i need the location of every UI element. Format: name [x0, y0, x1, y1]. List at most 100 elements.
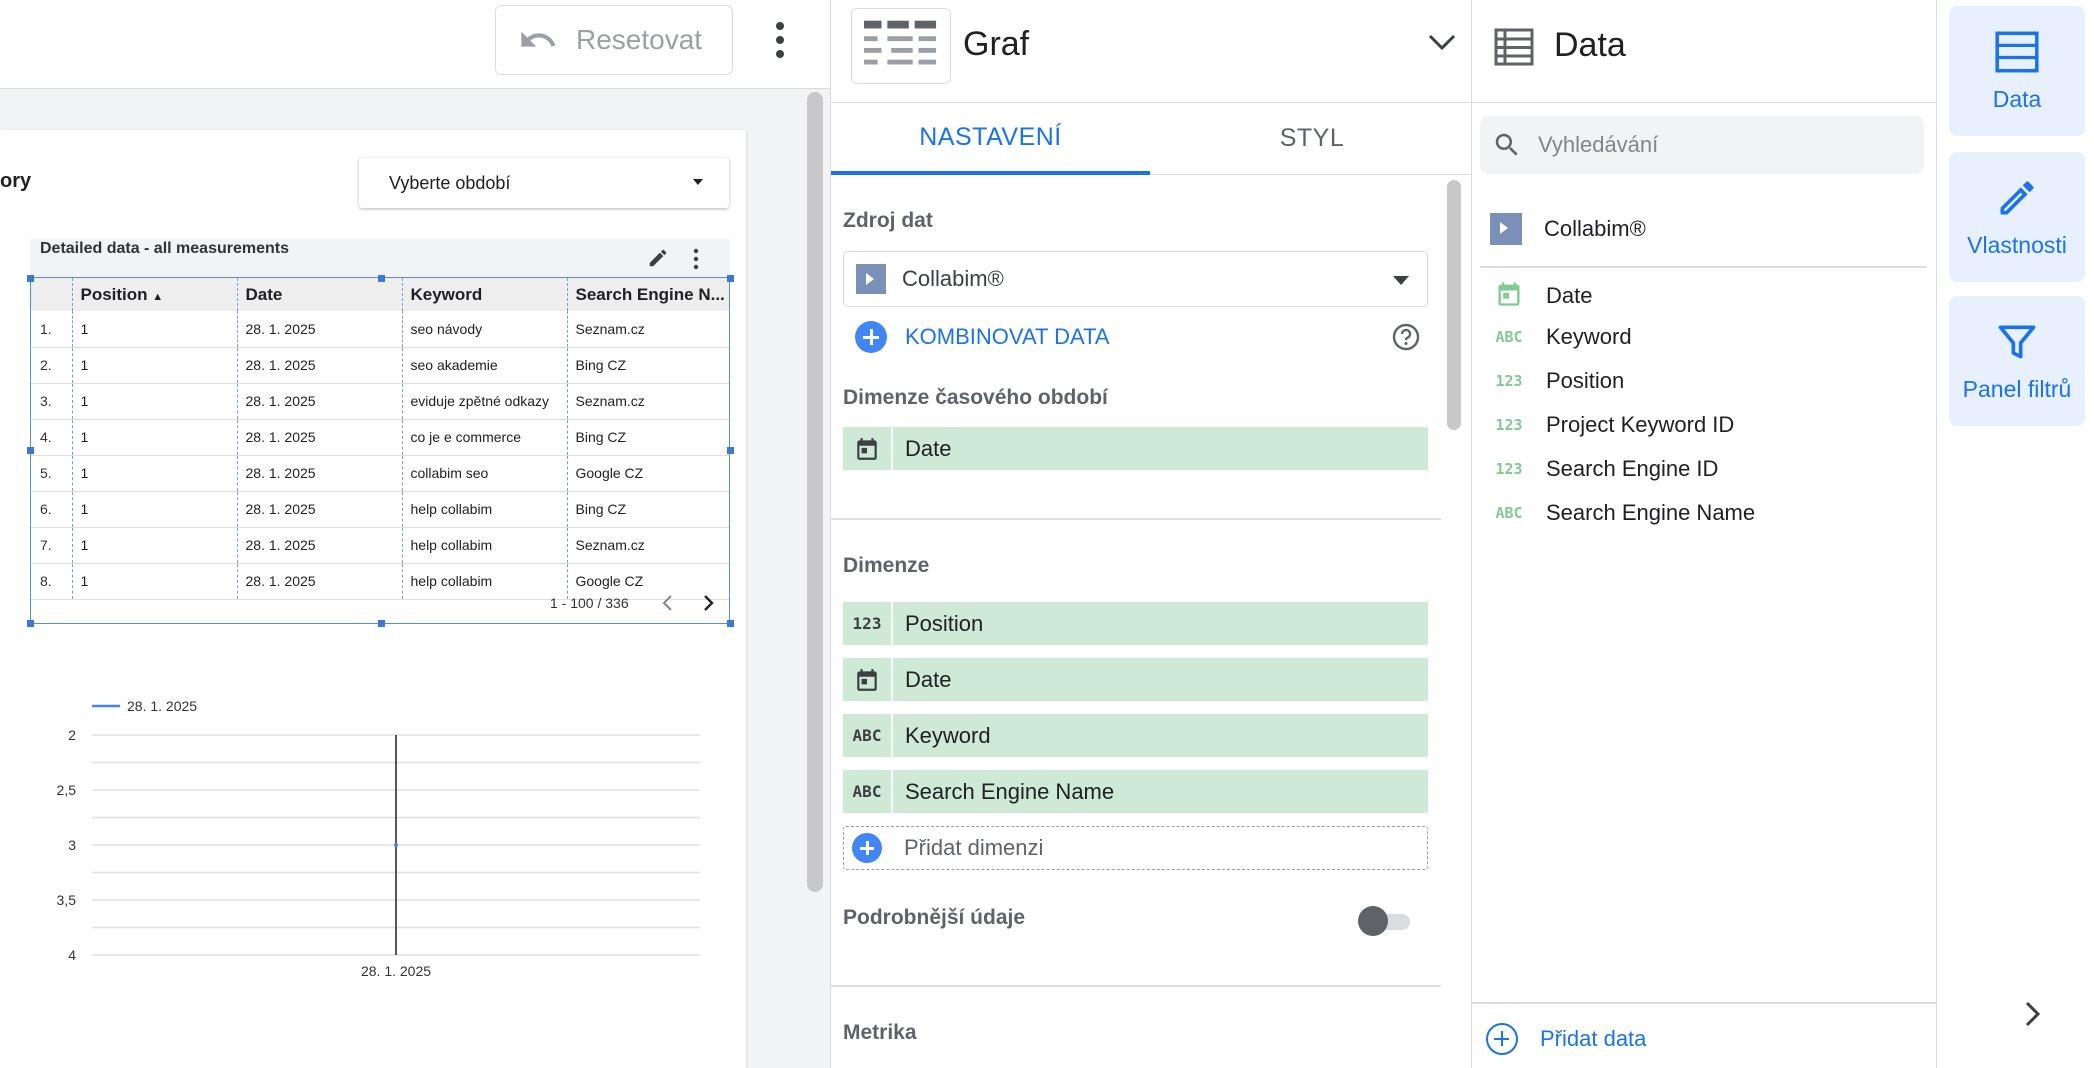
rail-filter-button[interactable]: Panel filtrů: [1949, 296, 2085, 426]
help-icon[interactable]: [1391, 322, 1421, 352]
line-chart[interactable]: 2 2,5 3 3,5 4 28. 1. 2025 28. 1. 2025: [30, 690, 730, 990]
blend-data-label: KOMBINOVAT DATA: [905, 324, 1110, 349]
table-icon: [1995, 31, 2039, 72]
table-row[interactable]: 4. 1 28. 1. 2025 co je e commerce Bing CZ: [30, 419, 730, 456]
tab-setup[interactable]: NASTAVENÍ: [831, 103, 1150, 175]
resize-handle[interactable]: [727, 447, 734, 454]
blend-data-button[interactable]: KOMBINOVAT DATA: [855, 321, 1110, 353]
divider: [831, 985, 1441, 987]
data-source-item[interactable]: Collabim®: [1490, 213, 1646, 245]
table-cell: Seznam.cz: [567, 311, 730, 348]
chevron-right-icon[interactable]: [2021, 998, 2045, 1030]
resize-handle[interactable]: [27, 620, 34, 627]
table-cell: help collabim: [402, 527, 568, 564]
table-cell: 1: [72, 347, 238, 384]
resize-handle[interactable]: [378, 620, 385, 627]
rail-properties-button[interactable]: Vlastnosti: [1949, 152, 2085, 282]
field-item[interactable]: ABC Keyword: [1494, 324, 1632, 350]
table-cell: Bing CZ: [567, 491, 730, 528]
text-type-icon: ABC: [1495, 504, 1523, 522]
data-source-icon: [1490, 213, 1522, 245]
reset-button[interactable]: Resetovat: [495, 5, 733, 75]
row-index: 1.: [30, 311, 73, 348]
tab-style[interactable]: STYL: [1151, 103, 1473, 175]
table-cell: seo akademie: [402, 347, 568, 384]
drill-down-label: Podrobnější údaje: [843, 906, 1026, 929]
table-cell: Bing CZ: [567, 347, 730, 384]
table-cell: help collabim: [402, 491, 568, 528]
search-input[interactable]: Vyhledávání: [1480, 116, 1924, 174]
chevron-left-icon[interactable]: [660, 593, 674, 613]
canvas-scrollbar[interactable]: [807, 92, 823, 892]
table-cell: 1: [72, 311, 238, 348]
dimension-chip[interactable]: ABC Search Engine Name: [843, 770, 1428, 813]
row-index: 8.: [30, 563, 73, 600]
field-item[interactable]: ABC Search Engine Name: [1494, 500, 1755, 526]
date-range-dimension-heading: Dimenze časového období: [843, 386, 1108, 409]
add-dimension-button[interactable]: Přidat dimenzi: [843, 826, 1428, 870]
table-row[interactable]: 1. 1 28. 1. 2025 seo návody Seznam.cz: [30, 311, 730, 348]
table-row[interactable]: 6. 1 28. 1. 2025 help collabim Bing CZ: [30, 491, 730, 528]
pencil-icon[interactable]: [647, 247, 669, 269]
rail-data-label: Data: [1992, 85, 2042, 112]
drill-down-toggle[interactable]: [1358, 906, 1414, 936]
table-cell: 1: [72, 527, 238, 564]
field-item[interactable]: Date: [1494, 280, 1592, 312]
table-row[interactable]: 8. 1 28. 1. 2025 help collabim Google CZ: [30, 563, 730, 600]
pagination-label: 1 - 100 / 336: [550, 595, 629, 611]
dimension-chip[interactable]: ABC Keyword: [843, 714, 1428, 757]
number-type-icon: 123: [843, 602, 893, 645]
dimension-chip[interactable]: Date: [843, 658, 1428, 701]
resize-handle[interactable]: [727, 275, 734, 282]
chip-label: Search Engine Name: [905, 778, 1115, 804]
resize-handle[interactable]: [27, 447, 34, 454]
table-cell: 28. 1. 2025: [237, 491, 403, 528]
column-header-keyword[interactable]: Keyword: [402, 278, 568, 311]
table-row[interactable]: 5. 1 28. 1. 2025 collabim seo Google CZ: [30, 455, 730, 492]
resize-handle[interactable]: [378, 275, 385, 282]
table-chart-type-icon[interactable]: [851, 8, 951, 84]
resize-handle[interactable]: [727, 620, 734, 627]
table-title: Detailed data - all measurements: [40, 240, 289, 257]
date-range-dimension-chip[interactable]: Date: [843, 427, 1428, 470]
add-data-button[interactable]: Přidat data: [1486, 1023, 1646, 1055]
column-header-position[interactable]: Position ▲: [72, 278, 238, 311]
field-item[interactable]: 123 Search Engine ID: [1494, 456, 1718, 482]
more-vert-icon[interactable]: [690, 247, 702, 271]
date-range-control[interactable]: Vyberte období: [359, 158, 729, 208]
table-cell: help collabim: [402, 563, 568, 600]
add-dimension-label: Přidat dimenzi: [904, 835, 1044, 860]
column-header-search-engine[interactable]: Search Engine N...: [567, 278, 730, 311]
table-cell: 1: [72, 491, 238, 528]
table-cell: 28. 1. 2025: [237, 419, 403, 456]
data-source-heading: Zdroj dat: [843, 209, 933, 232]
chevron-down-icon[interactable]: [1427, 32, 1457, 52]
number-type-icon: 123: [1495, 372, 1523, 390]
data-source-select[interactable]: Collabim®: [843, 251, 1428, 307]
add-circle-icon: [855, 321, 887, 353]
y-tick-label: 3: [68, 837, 76, 853]
field-name: Date: [1546, 283, 1593, 308]
dimension-chip[interactable]: 123 Position: [843, 602, 1428, 645]
y-tick-label: 3,5: [57, 892, 77, 908]
column-header-date[interactable]: Date: [237, 278, 403, 311]
table-row[interactable]: 7. 1 28. 1. 2025 help collabim Seznam.cz: [30, 527, 730, 564]
field-item[interactable]: 123 Project Keyword ID: [1494, 412, 1734, 438]
field-item[interactable]: 123 Position: [1494, 368, 1624, 394]
chart-properties-panel: Graf NASTAVENÍ STYL Zdroj dat Collabim® …: [830, 0, 1473, 1068]
data-table: Position ▲ Date Keyword Search Engine N.…: [30, 278, 730, 600]
more-vert-icon[interactable]: [765, 18, 795, 62]
rail-data-button[interactable]: Data: [1949, 6, 2085, 136]
resize-handle[interactable]: [27, 275, 34, 282]
date-range-label: Vyberte období: [389, 172, 511, 193]
field-name: Keyword: [1546, 324, 1632, 349]
table-row[interactable]: 2. 1 28. 1. 2025 seo akademie Bing CZ: [30, 347, 730, 384]
table-cell: Bing CZ: [567, 419, 730, 456]
chart-panel-title: Graf: [963, 25, 1030, 63]
table-row[interactable]: 3. 1 28. 1. 2025 eviduje zpětné odkazy Sezna…: [30, 383, 730, 420]
panel-scrollbar[interactable]: [1447, 180, 1461, 430]
chevron-right-icon[interactable]: [702, 593, 716, 613]
table-chart[interactable]: Detailed data - all measurements Positio…: [27, 239, 734, 627]
search-icon: [1495, 133, 1518, 156]
calendar-icon: [843, 427, 893, 470]
